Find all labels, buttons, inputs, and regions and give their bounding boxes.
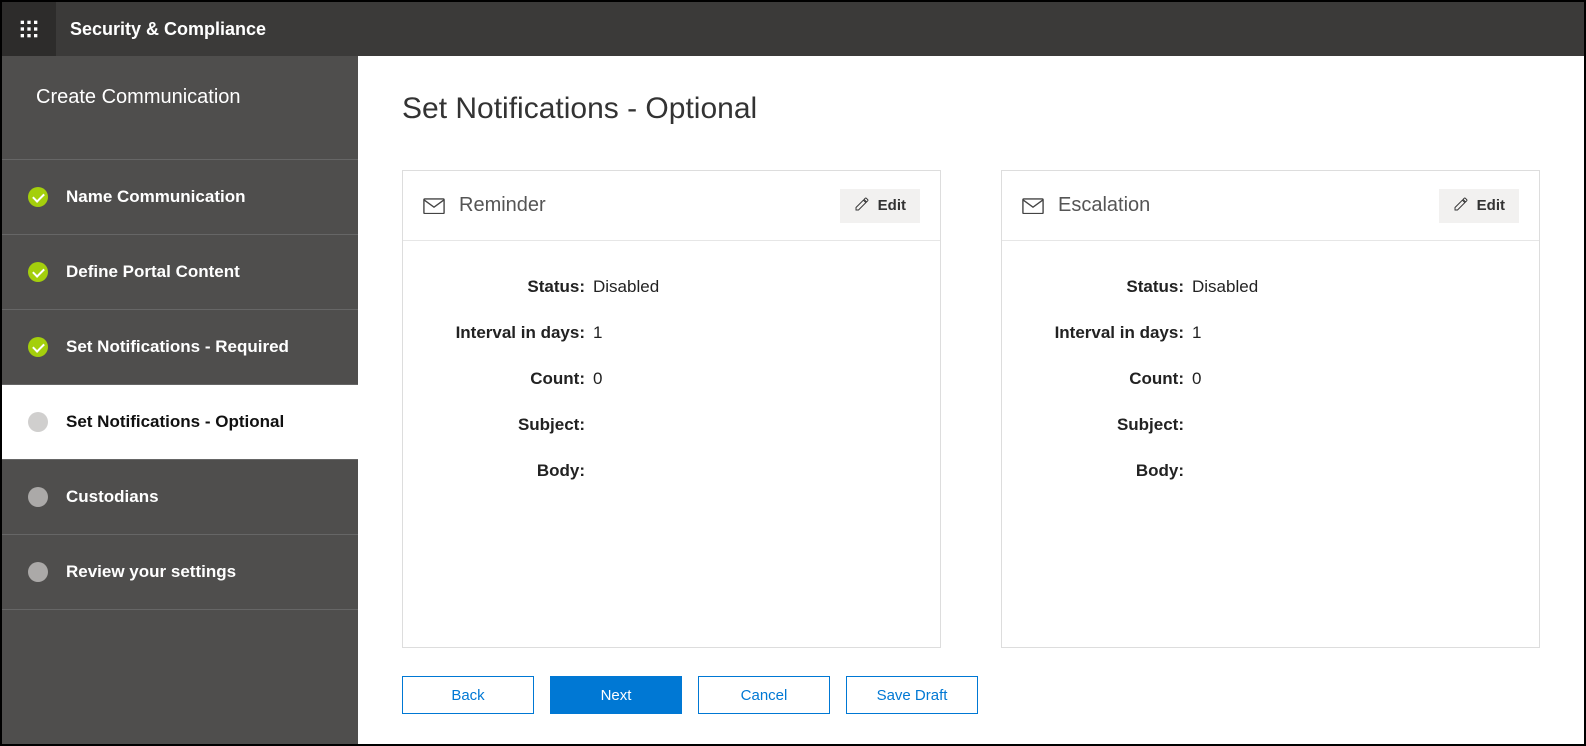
edit-label: Edit	[1477, 197, 1505, 214]
card-header: Escalation Edit	[1002, 171, 1539, 241]
pencil-icon	[1453, 196, 1469, 216]
field-label: Interval in days:	[1032, 323, 1192, 343]
field-label: Count:	[433, 369, 593, 389]
card-reminder: Reminder Edit Status: Disabled Interva	[402, 170, 941, 648]
content-area: Set Notifications - Optional Reminder Ed…	[358, 56, 1584, 744]
step-review-settings[interactable]: Review your settings	[2, 535, 358, 610]
field-label: Status:	[433, 277, 593, 297]
field-interval: Interval in days: 1	[433, 323, 910, 343]
app-title: Security & Compliance	[56, 19, 266, 40]
circle-icon	[28, 412, 48, 432]
step-set-notifications-required[interactable]: Set Notifications - Required	[2, 310, 358, 385]
card-title: Escalation	[1058, 194, 1439, 217]
field-subject: Subject:	[1032, 415, 1509, 435]
card-body: Status: Disabled Interval in days: 1 Cou…	[1002, 241, 1539, 543]
step-custodians[interactable]: Custodians	[2, 460, 358, 535]
topbar: Security & Compliance	[2, 2, 1584, 56]
main: Create Communication Name Communication …	[2, 56, 1584, 744]
field-status: Status: Disabled	[1032, 277, 1509, 297]
card-body: Status: Disabled Interval in days: 1 Cou…	[403, 241, 940, 543]
edit-label: Edit	[878, 197, 906, 214]
edit-escalation-button[interactable]: Edit	[1439, 189, 1519, 223]
field-count: Count: 0	[1032, 369, 1509, 389]
field-label: Body:	[433, 461, 593, 481]
circle-icon	[28, 562, 48, 582]
field-label: Count:	[1032, 369, 1192, 389]
sidebar-heading: Create Communication	[2, 56, 358, 160]
field-value: Disabled	[1192, 277, 1258, 297]
edit-reminder-button[interactable]: Edit	[840, 189, 920, 223]
field-label: Subject:	[1032, 415, 1192, 435]
pencil-icon	[854, 196, 870, 216]
step-label: Set Notifications - Required	[66, 337, 289, 357]
step-label: Review your settings	[66, 562, 236, 582]
field-body: Body:	[1032, 461, 1509, 481]
step-label: Define Portal Content	[66, 262, 240, 282]
check-icon	[28, 337, 48, 357]
field-label: Body:	[1032, 461, 1192, 481]
mail-icon	[423, 198, 445, 214]
field-subject: Subject:	[433, 415, 910, 435]
save-draft-button[interactable]: Save Draft	[846, 676, 978, 714]
step-define-portal-content[interactable]: Define Portal Content	[2, 235, 358, 310]
field-label: Status:	[1032, 277, 1192, 297]
step-label: Set Notifications - Optional	[66, 412, 284, 432]
field-body: Body:	[433, 461, 910, 481]
card-header: Reminder Edit	[403, 171, 940, 241]
card-escalation: Escalation Edit Status: Disabled Inter	[1001, 170, 1540, 648]
mail-icon	[1022, 198, 1044, 214]
field-label: Subject:	[433, 415, 593, 435]
cancel-button[interactable]: Cancel	[698, 676, 830, 714]
field-value: 0	[593, 369, 602, 389]
field-value: 1	[1192, 323, 1201, 343]
next-button[interactable]: Next	[550, 676, 682, 714]
field-label: Interval in days:	[433, 323, 593, 343]
field-count: Count: 0	[433, 369, 910, 389]
wizard-sidebar: Create Communication Name Communication …	[2, 56, 358, 744]
wizard-footer: Back Next Cancel Save Draft	[402, 676, 1540, 714]
field-status: Status: Disabled	[433, 277, 910, 297]
step-label: Name Communication	[66, 187, 245, 207]
step-set-notifications-optional[interactable]: Set Notifications - Optional	[2, 385, 358, 460]
field-value: 1	[593, 323, 602, 343]
app-launcher-icon[interactable]	[2, 2, 56, 56]
circle-icon	[28, 487, 48, 507]
check-icon	[28, 187, 48, 207]
step-name-communication[interactable]: Name Communication	[2, 160, 358, 235]
field-interval: Interval in days: 1	[1032, 323, 1509, 343]
check-icon	[28, 262, 48, 282]
step-label: Custodians	[66, 487, 159, 507]
page-title: Set Notifications - Optional	[402, 92, 1540, 126]
field-value: Disabled	[593, 277, 659, 297]
cards-row: Reminder Edit Status: Disabled Interva	[402, 170, 1540, 648]
back-button[interactable]: Back	[402, 676, 534, 714]
card-title: Reminder	[459, 194, 840, 217]
field-value: 0	[1192, 369, 1201, 389]
